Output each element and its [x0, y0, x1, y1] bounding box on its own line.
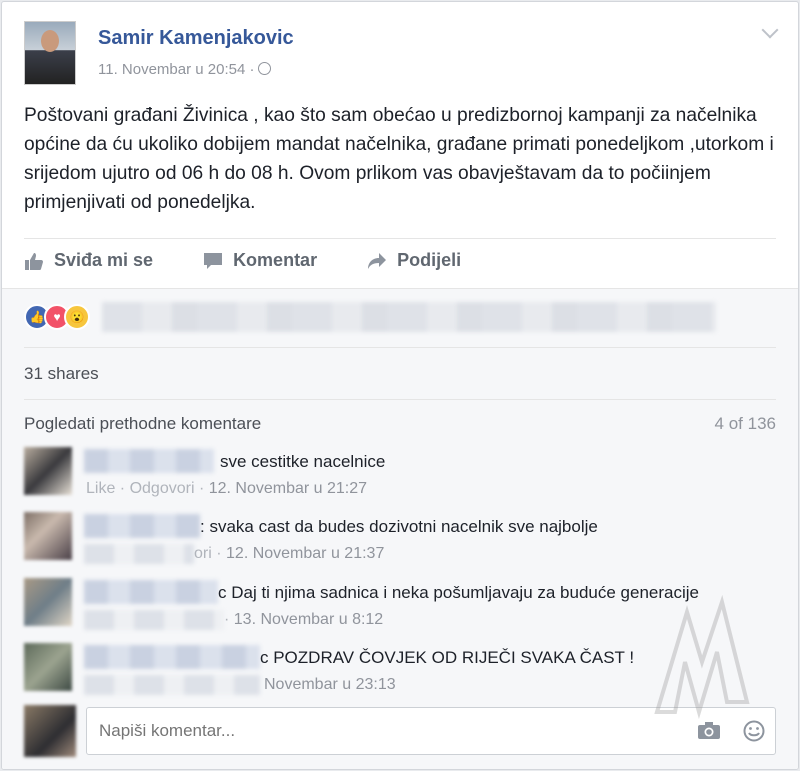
commenter-name-blurred[interactable] — [84, 645, 260, 669]
comment-text: c Daj ti njima sadnica i neka pošumljava… — [218, 583, 699, 602]
share-label: Podijeli — [397, 250, 462, 270]
share-button[interactable]: Podijeli — [367, 250, 461, 271]
divider — [24, 399, 776, 400]
reactions[interactable]: 👍 ♥ 😮 — [24, 304, 90, 330]
like-button[interactable]: Sviđa mi se — [24, 250, 153, 271]
comment-meta: Like · Odgovori · 12. Novembar u 21:27 — [86, 480, 367, 498]
comment-text: : svaka cast da budes dozivotni nacelnik… — [200, 517, 598, 536]
timestamp-text[interactable]: 11. Novembar u 20:54 · — [98, 61, 254, 78]
comment-actions-blurred — [84, 675, 260, 695]
post-timestamp: 11. Novembar u 20:54 · — [98, 61, 272, 78]
post-text: Poštovani građani Živinica , kao što sam… — [24, 105, 774, 213]
comment-text: c POZDRAV ČOVJEK OD RIJEČI SVAKA ČAST ! — [260, 648, 635, 667]
commenter-avatar[interactable] — [24, 643, 72, 691]
comment-actions[interactable]: ori · — [194, 545, 222, 562]
comment-time[interactable]: Novembar u 23:13 — [264, 676, 396, 693]
author-avatar[interactable] — [24, 21, 76, 85]
comment-time[interactable]: 12. Novembar u 21:27 — [209, 480, 367, 497]
watermark-logo — [654, 594, 750, 720]
like-label: Sviđa mi se — [54, 250, 154, 270]
post-card: Samir Kamenjakovic 11. Novembar u 20:54 … — [1, 1, 799, 770]
post-actions: Sviđa mi se Komentar Podijeli — [24, 250, 511, 271]
comment-meta: ori · 12. Novembar u 21:37 — [194, 545, 384, 563]
reaction-names-blurred — [102, 302, 716, 332]
globe-icon — [258, 62, 272, 75]
comment-label: Komentar — [233, 250, 318, 270]
comment-count: 4 of 136 — [714, 414, 776, 433]
speech-bubble-icon — [204, 252, 223, 269]
commenter-name-blurred[interactable] — [84, 449, 214, 473]
camera-icon[interactable] — [697, 720, 721, 740]
author-name[interactable]: Samir Kamenjakovic — [98, 27, 294, 50]
commenter-avatar[interactable] — [24, 578, 72, 626]
comment-button[interactable]: Komentar — [203, 250, 317, 271]
shares-count[interactable]: 31 shares — [24, 364, 99, 384]
comment-time[interactable]: 13. Novembar u 8:12 — [234, 611, 383, 628]
comment-meta: · 13. Novembar u 8:12 — [224, 611, 383, 629]
commenter-name-blurred[interactable] — [84, 514, 200, 538]
divider — [24, 238, 776, 239]
comment-actions-blurred — [84, 610, 224, 630]
share-arrow-icon — [368, 252, 387, 269]
comment-time[interactable]: 12. Novembar u 21:37 — [226, 545, 384, 562]
comment-meta: Novembar u 23:13 — [264, 676, 396, 694]
wow-reaction-icon: 😮 — [64, 304, 90, 330]
user-avatar — [24, 705, 76, 757]
composer-icons — [697, 720, 765, 742]
thumbs-up-icon — [25, 252, 43, 270]
commenter-avatar[interactable] — [24, 512, 72, 560]
chevron-down-icon[interactable] — [761, 21, 779, 39]
smiley-icon[interactable] — [743, 720, 765, 742]
comment-actions[interactable]: Like · Odgovori · — [86, 480, 204, 497]
divider — [24, 347, 776, 348]
commenter-avatar[interactable] — [24, 447, 72, 495]
view-previous-comments[interactable]: Pogledati prethodne komentare — [24, 414, 261, 434]
comment-text: sve cestitke nacelnice — [220, 452, 386, 471]
commenter-name-blurred[interactable] — [84, 580, 218, 604]
comment-actions-blurred — [84, 544, 194, 564]
comment-input[interactable] — [97, 720, 661, 742]
comment-actions[interactable]: · — [224, 611, 229, 628]
